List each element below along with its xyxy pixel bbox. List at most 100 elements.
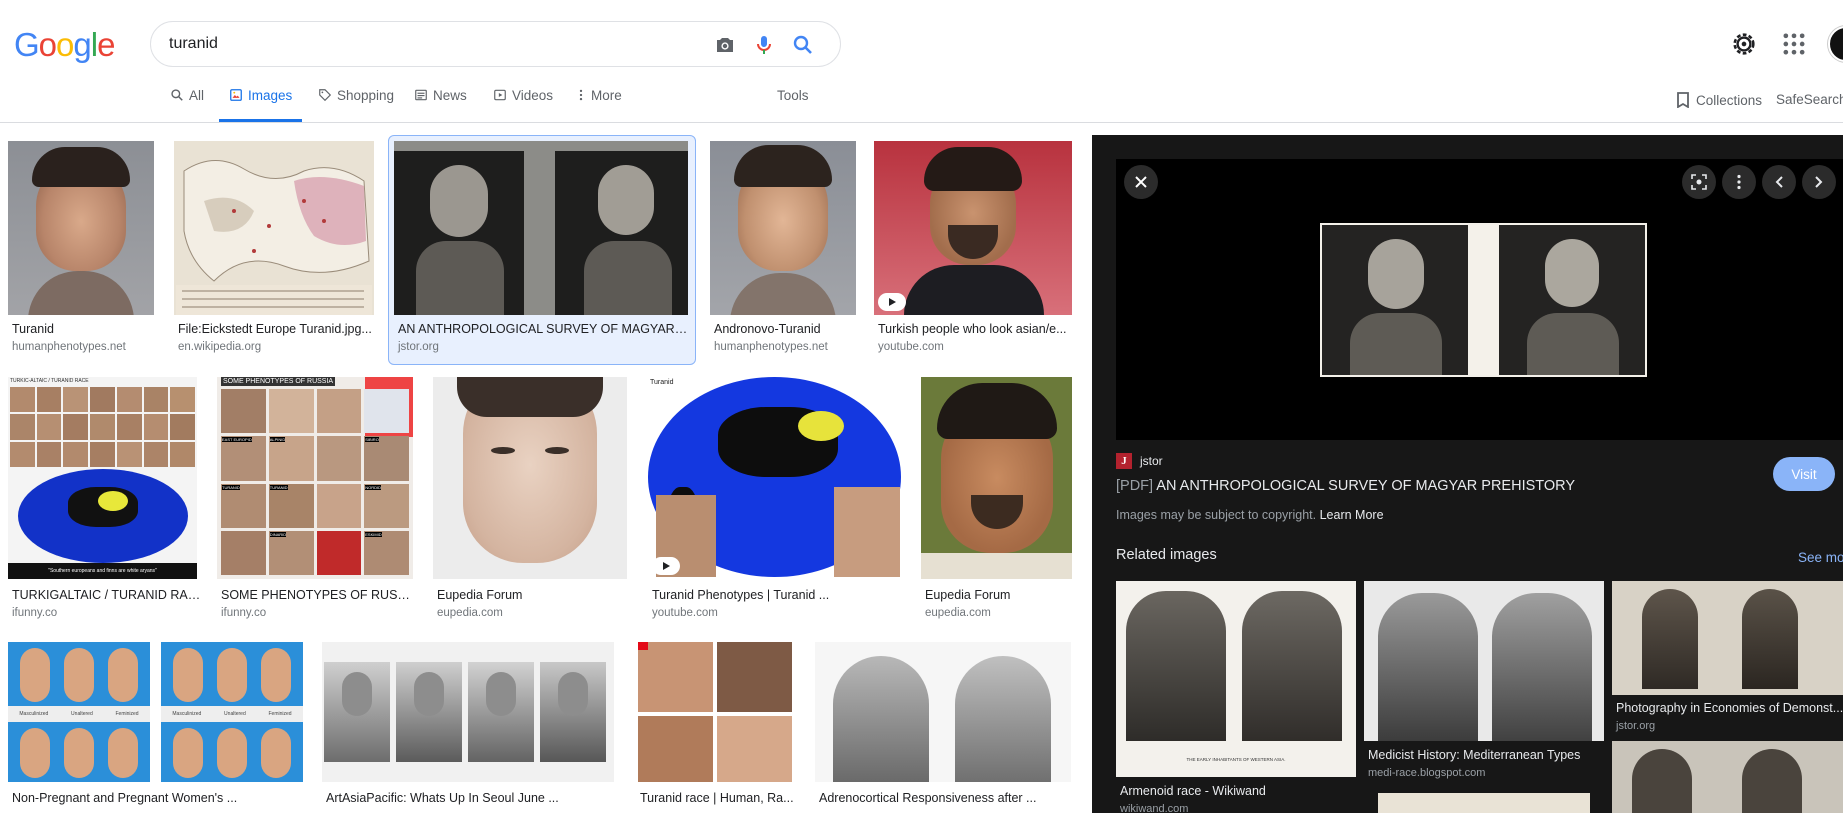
result-thumbnail xyxy=(433,377,627,579)
thumb-label: Feminized xyxy=(115,711,139,717)
related-title: Armenoid race - Wikiwand xyxy=(1120,784,1266,798)
close-button[interactable] xyxy=(1124,165,1158,199)
result-thumbnail xyxy=(874,141,1072,315)
image-result[interactable]: Turanid race | Human, Ra... xyxy=(636,642,796,813)
more-options-button[interactable] xyxy=(1722,165,1756,199)
search-box xyxy=(150,21,841,67)
result-thumbnail xyxy=(8,141,154,315)
image-result[interactable]: Eupedia Forum eupedia.com xyxy=(433,377,633,622)
more-vertical-icon xyxy=(579,89,583,101)
tab-images-label: Images xyxy=(248,88,293,103)
video-badge xyxy=(652,557,680,575)
thumb-label: Unaltered xyxy=(224,711,246,717)
image-result[interactable]: ArtAsiaPacific: Whats Up In Seoul June .… xyxy=(322,642,622,813)
safesearch-button[interactable]: SafeSearch xyxy=(1776,92,1843,107)
search-input[interactable] xyxy=(169,32,689,56)
thumb-label: Feminized xyxy=(268,711,292,717)
related-image[interactable]: THE EARLY INHABITANTS OF WESTERN ASIA. A… xyxy=(1116,581,1356,813)
result-thumbnail xyxy=(636,642,794,782)
result-thumbnail xyxy=(394,141,688,315)
tab-all[interactable]: All xyxy=(170,88,204,122)
image-result-selected[interactable]: AN ANTHROPOLOGICAL SURVEY OF MAGYAR ... … xyxy=(394,141,692,361)
image-result[interactable]: Andronovo-Turanid humanphenotypes.net xyxy=(710,141,860,361)
related-image[interactable]: Medicist History: Mediterranean Types me… xyxy=(1364,581,1604,813)
tab-news[interactable]: News xyxy=(414,88,467,122)
lens-button[interactable] xyxy=(1682,165,1716,199)
lens-icon xyxy=(1691,174,1707,190)
header-divider xyxy=(0,122,1843,123)
result-thumbnail xyxy=(710,141,856,315)
tab-all-label: All xyxy=(189,88,205,103)
related-title: Medicist History: Mediterranean Types xyxy=(1368,748,1581,762)
source-info[interactable]: J jstor xyxy=(1116,453,1163,469)
search-icon xyxy=(171,89,183,101)
phenotype-label: SIBIRO xyxy=(365,437,379,443)
close-icon xyxy=(1135,176,1147,188)
image-result[interactable]: File:Eickstedt Europe Turanid.jpg... en.… xyxy=(174,141,374,361)
preview-title[interactable]: [PDF] AN ANTHROPOLOGICAL SURVEY OF MAGYA… xyxy=(1116,478,1575,494)
phenotype-label: NORDID xyxy=(365,484,382,490)
tab-videos-label: Videos xyxy=(512,88,554,103)
result-title: File:Eickstedt Europe Turanid.jpg... xyxy=(178,322,372,336)
tab-videos[interactable]: Videos xyxy=(493,88,553,122)
tab-more[interactable]: More xyxy=(576,88,622,122)
related-thumbnail: THE EARLY INHABITANTS OF WESTERN ASIA. xyxy=(1116,581,1356,777)
result-title: TURKIGALTAIC / TURANID RAC... xyxy=(12,588,202,602)
next-button[interactable] xyxy=(1802,165,1836,199)
image-icon xyxy=(230,89,242,101)
result-title: Andronovo-Turanid xyxy=(714,322,821,336)
google-images-page: Google All Images Shopping xyxy=(0,0,1843,813)
see-more-link[interactable]: See more xyxy=(1798,550,1843,565)
result-source: humanphenotypes.net xyxy=(714,341,828,353)
result-title: SOME PHENOTYPES OF RUSSIA... xyxy=(221,588,417,602)
result-title: Non-Pregnant and Pregnant Women's ... xyxy=(12,791,238,805)
apps-grid-icon[interactable] xyxy=(1780,30,1808,58)
result-title: Turkish people who look asian/e... xyxy=(878,322,1067,336)
related-source: jstor.org xyxy=(1616,720,1656,732)
search-icon[interactable] xyxy=(791,33,815,57)
learn-more-link[interactable]: Learn More xyxy=(1320,508,1384,522)
faces-grid xyxy=(10,387,195,467)
play-icon xyxy=(494,89,506,101)
google-logo[interactable]: Google xyxy=(14,26,115,64)
bookmark-icon xyxy=(1677,92,1689,108)
image-result[interactable]: Turanid Turanid Phenotypes | Turanid ...… xyxy=(648,377,904,622)
image-result[interactable]: TURKIC-ALTAIC / TURANID RACE "Southern e… xyxy=(8,377,208,622)
image-result[interactable]: SOME PHENOTYPES OF RUSSIA EAST EUROPID A… xyxy=(217,377,417,622)
thumb-header-text: Turanid xyxy=(650,379,674,386)
phenotype-label: DINARID xyxy=(269,531,287,537)
result-title: AN ANTHROPOLOGICAL SURVEY OF MAGYAR ... xyxy=(398,322,688,336)
image-result[interactable]: Eupedia Forum eupedia.com xyxy=(921,377,1076,622)
result-thumbnail xyxy=(921,377,1072,579)
image-result[interactable]: Adrenocortical Responsiveness after ... xyxy=(815,642,1077,813)
gear-icon[interactable] xyxy=(1730,30,1758,58)
chevron-left-icon xyxy=(1775,176,1783,188)
image-result[interactable]: Turanid humanphenotypes.net xyxy=(8,141,168,361)
avatar[interactable] xyxy=(1828,26,1843,62)
result-source: youtube.com xyxy=(652,607,718,619)
result-thumbnail: Masculinized Unaltered Feminized Masculini… xyxy=(8,642,303,782)
result-source: jstor.org xyxy=(398,341,439,353)
related-source: medi-race.blogspot.com xyxy=(1368,767,1486,779)
tools-button[interactable]: Tools xyxy=(777,88,809,122)
tab-images[interactable]: Images xyxy=(218,88,303,122)
microphone-icon[interactable] xyxy=(752,33,776,57)
result-thumbnail xyxy=(815,642,1071,782)
image-result[interactable]: Masculinized Unaltered Feminized Masculini… xyxy=(8,642,308,813)
tab-news-label: News xyxy=(433,88,467,103)
related-thumbnail-partial xyxy=(1612,741,1843,813)
tab-shopping[interactable]: Shopping xyxy=(318,88,394,122)
collections-button[interactable]: Collections xyxy=(1676,92,1762,108)
result-source: eupedia.com xyxy=(925,607,991,619)
image-result[interactable]: Turkish people who look asian/e... youtu… xyxy=(874,141,1074,361)
previous-button[interactable] xyxy=(1762,165,1796,199)
preview-image[interactable] xyxy=(1320,223,1647,377)
camera-icon[interactable] xyxy=(713,33,737,57)
related-image[interactable]: Photography in Economies of Demonst... j… xyxy=(1612,581,1843,813)
result-source: ifunny.co xyxy=(221,607,267,619)
thumb-header-text: SOME PHENOTYPES OF RUSSIA xyxy=(221,377,336,386)
visit-button[interactable]: Visit xyxy=(1773,457,1835,491)
play-icon xyxy=(663,562,670,570)
preview-title-text: AN ANTHROPOLOGICAL SURVEY OF MAGYAR PREH… xyxy=(1156,478,1576,494)
play-icon xyxy=(889,298,896,306)
